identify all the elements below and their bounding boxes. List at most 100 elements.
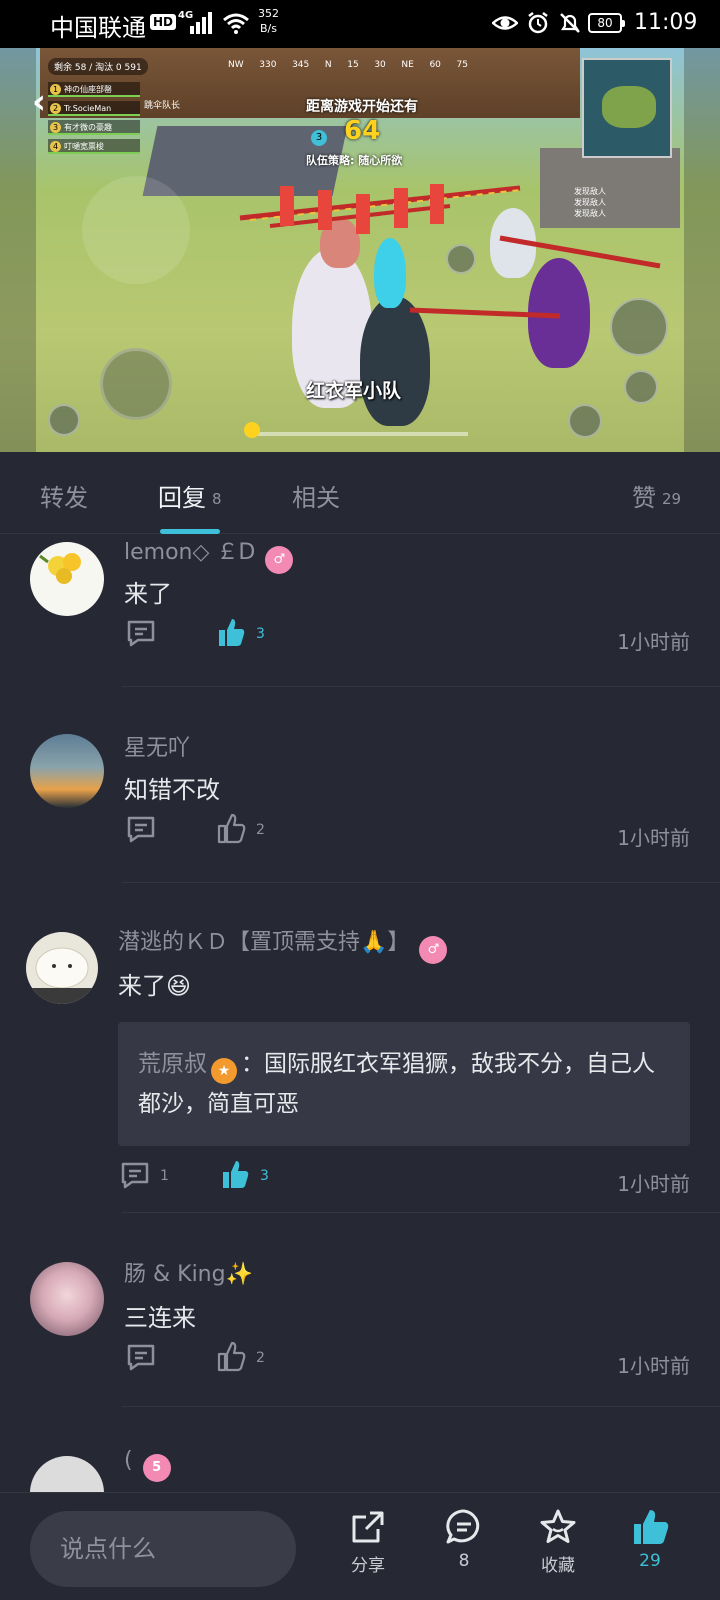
like-button[interactable]: 29 [610, 1507, 690, 1571]
avatar[interactable] [30, 1456, 104, 1492]
bottom-action-bar: 说点什么 分享 8 收藏 29 [0, 1492, 720, 1600]
eye-comfort-icon [492, 16, 518, 30]
comment-item: (5 [0, 1448, 720, 1492]
grab-button[interactable] [568, 404, 602, 438]
comment-username[interactable]: (5 [124, 1448, 171, 1482]
comment-time: 1小时前 [617, 826, 690, 850]
countdown-number: 64 [344, 116, 381, 146]
reply-icon[interactable] [120, 1160, 150, 1190]
countdown-label: 距离游戏开始还有 [306, 99, 418, 115]
crouch-button[interactable] [624, 370, 658, 404]
hud-player-stats: 剩余 58 / 淘汰 0 591 [48, 58, 148, 75]
network-speed: 352 B/s [258, 7, 279, 35]
round-badge: 3 [311, 130, 327, 146]
comment-actions: 1 3 [120, 1160, 320, 1194]
divider [122, 686, 720, 687]
comment-text: 来了 [124, 580, 172, 608]
video-subtitle: 红衣军小队 [306, 380, 402, 402]
comment-actions: 3 [126, 618, 326, 652]
share-button[interactable]: 分享 [328, 1507, 408, 1576]
like-count: 2 [256, 822, 265, 838]
compass-bar: NW 330 345 N 15 30 NE 60 75 [228, 60, 468, 70]
alarm-icon [528, 12, 548, 34]
event-feed: 发现敌人 发现敌人 发现敌人 [574, 187, 606, 218]
tab-likes[interactable]: 赞 29 [632, 478, 681, 513]
favorite-label: 收藏 [541, 1556, 575, 1576]
comment-text: 知错不改 [124, 776, 220, 804]
gender-badge-icon: ♂ [265, 546, 294, 574]
signal-icon [190, 12, 212, 34]
wifi-icon [223, 13, 249, 34]
like-icon[interactable] [220, 1158, 250, 1190]
tab-replies-count: 8 [212, 490, 222, 508]
comment-time: 1小时前 [617, 1172, 690, 1196]
comment-input[interactable]: 说点什么 [30, 1511, 296, 1587]
mute-bell-icon [560, 13, 580, 33]
comment-button[interactable]: 8 [424, 1507, 504, 1571]
move-joystick-area [82, 176, 190, 284]
carrier-name: 中国联通 [50, 14, 146, 42]
level-badge-icon: 5 [142, 1454, 171, 1482]
star-badge-icon: ★ [211, 1058, 237, 1084]
team-member: 4 叮嗵宽票梭 [48, 139, 140, 154]
divider [122, 1212, 720, 1213]
tab-replies[interactable]: 回复 8 [158, 478, 222, 513]
minimap[interactable] [582, 58, 672, 158]
comment-username[interactable]: lemon◇ ￡D ♂ [124, 534, 294, 574]
comment-username[interactable]: 星无吖 [124, 730, 190, 762]
comment-icon [446, 1509, 480, 1544]
video-progress-knob[interactable] [244, 422, 260, 438]
comment-count: 8 [458, 1551, 470, 1571]
share-icon [352, 1511, 384, 1543]
comment-actions: 2 [126, 1340, 326, 1376]
comment-username[interactable]: 潜逃的ＫＤ【置顶需支持🙏】 ♂ [118, 924, 448, 964]
emote-button[interactable] [48, 404, 80, 436]
team-member: 2 Tr.SocieMan [48, 101, 140, 116]
hd-indicator: HD [150, 14, 177, 30]
comment-text: 来了😆 [118, 972, 192, 1000]
move-joystick[interactable] [100, 348, 172, 420]
like-count: 2 [256, 1350, 265, 1366]
avatar[interactable] [30, 542, 104, 616]
quoted-reply[interactable]: 荒原叔 ★ ：国际服红衣军猖獗，敌我不分，自己人都沙，简直可恶 [118, 1022, 690, 1146]
avatar[interactable] [30, 1262, 104, 1336]
reply-icon[interactable] [126, 814, 156, 844]
comment-actions: 2 [126, 812, 326, 848]
team-strategy: 队伍策略: 随心所欲 [306, 154, 403, 167]
back-arrow-icon[interactable]: ‹ [32, 82, 46, 122]
gender-badge-icon: ♂ [419, 936, 448, 964]
like-icon[interactable] [216, 812, 246, 844]
avatar[interactable] [30, 734, 104, 808]
jump-button[interactable] [610, 298, 668, 356]
video-progress-bar[interactable] [246, 432, 468, 436]
quoted-username[interactable]: 荒原叔 [138, 1051, 207, 1077]
avatar[interactable] [26, 932, 98, 1004]
reply-icon[interactable] [126, 618, 156, 648]
favorite-button[interactable]: 收藏 [518, 1507, 598, 1576]
like-count: 3 [260, 1168, 269, 1184]
minimap-island [602, 86, 656, 128]
tab-likes-count: 29 [662, 490, 682, 508]
thumbs-up-icon [634, 1510, 669, 1544]
star-icon [540, 1509, 576, 1543]
comment-username[interactable]: 肠 & King✨ [124, 1256, 253, 1288]
status-bar: 中国联通 HD 4G 352 B/s 80 11:09 [0, 0, 720, 48]
team-member: 3 有才微の豪趣 [48, 120, 140, 135]
like-count: 29 [639, 1551, 661, 1571]
reply-icon[interactable] [126, 1342, 156, 1372]
video-player[interactable]: ‹ 剩余 58 / 淘汰 0 591 1 神の仙座部罄 2 Tr.SocieMan … [0, 48, 720, 452]
action-button[interactable] [446, 244, 476, 274]
comment-text: 三连来 [124, 1304, 196, 1332]
tab-repost[interactable]: 转发 [40, 478, 88, 513]
clock: 11:09 [634, 10, 698, 35]
like-icon[interactable] [216, 1340, 246, 1372]
tab-bar: 转发 回复 8 相关 赞 29 [0, 452, 720, 534]
like-icon[interactable] [216, 616, 246, 648]
team-member: 1 神の仙座部罄 [48, 82, 140, 97]
tab-related[interactable]: 相关 [292, 478, 340, 513]
comment-time: 1小时前 [617, 1354, 690, 1378]
comment-time: 1小时前 [617, 630, 690, 654]
team-list: 1 神の仙座部罄 2 Tr.SocieMan 3 有才微の豪趣 4 叮嗵宽票梭 [48, 82, 140, 158]
reply-count: 1 [160, 1168, 169, 1184]
share-label: 分享 [351, 1556, 385, 1576]
